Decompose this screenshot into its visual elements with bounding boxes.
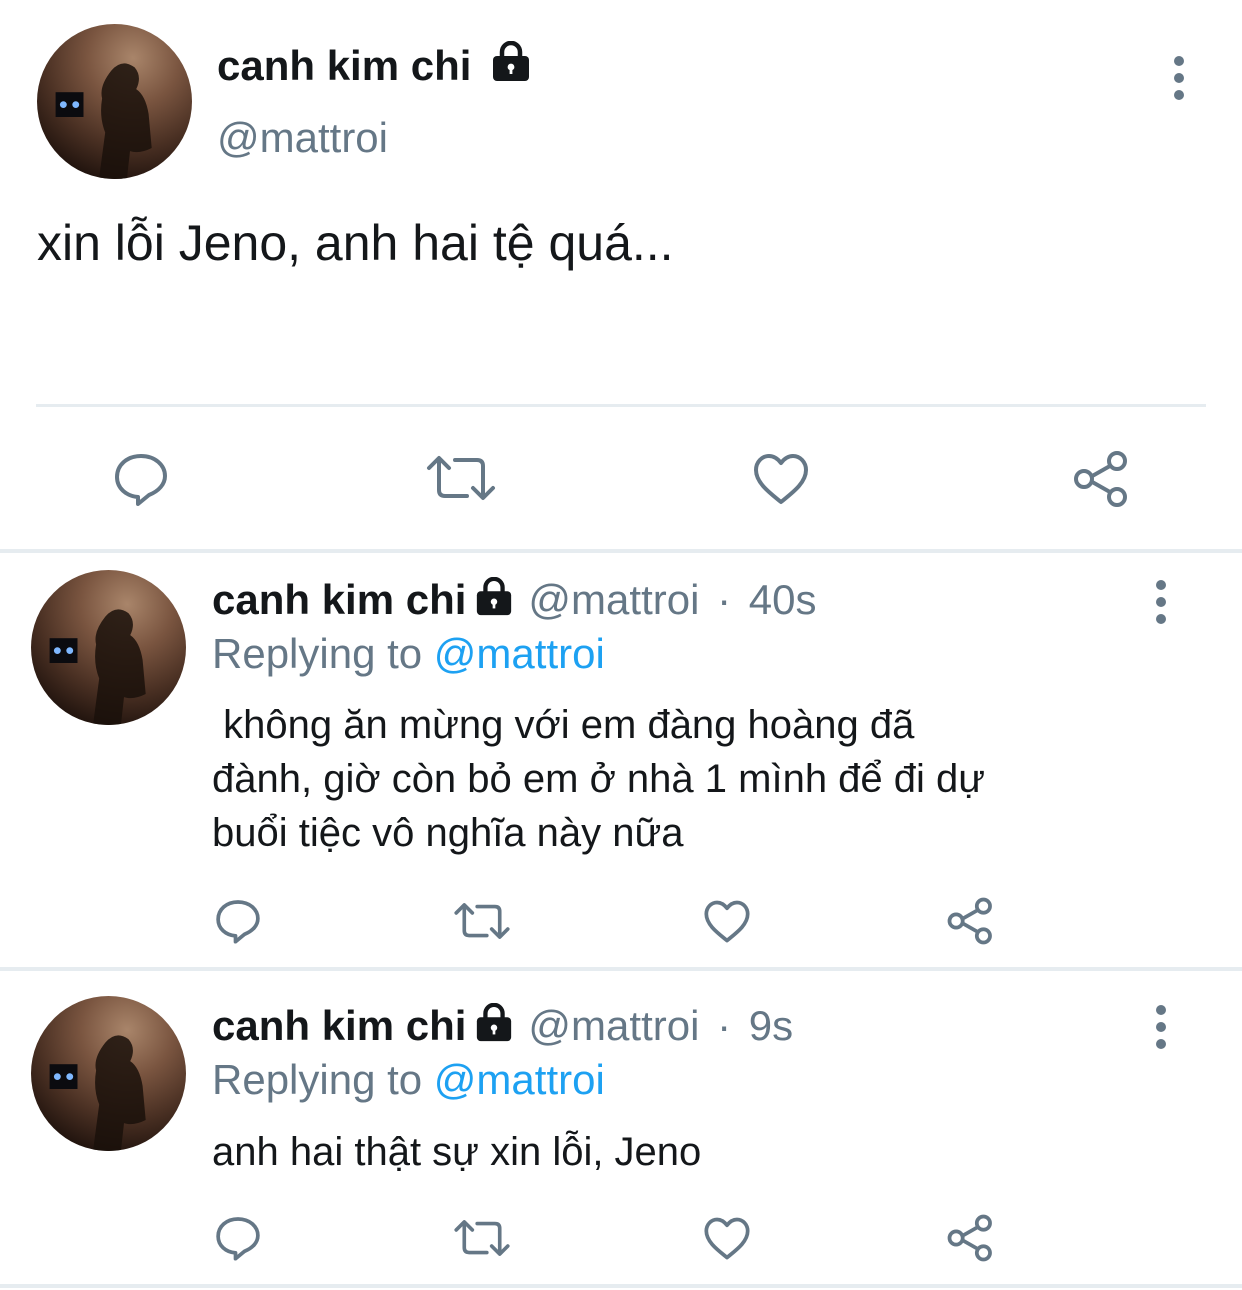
share-icon[interactable]: [947, 897, 995, 945]
avatar[interactable]: [37, 24, 192, 179]
tweet-text: xin lỗi Jeno, anh hai tệ quá...: [37, 215, 674, 271]
avatar[interactable]: [31, 570, 186, 725]
display-name[interactable]: canh kim chi: [212, 576, 466, 623]
share-icon[interactable]: [1073, 450, 1131, 508]
replying-to: Replying to @mattroi: [212, 630, 605, 677]
display-name[interactable]: canh kim chi: [212, 1002, 466, 1049]
replying-to: Replying to @mattroi: [212, 1056, 605, 1103]
more-options-icon[interactable]: [1169, 56, 1189, 107]
avatar-image: [55, 63, 152, 179]
avatar-image: [49, 1035, 146, 1151]
reply-icon[interactable]: [112, 450, 170, 508]
retweet-icon[interactable]: [425, 452, 497, 504]
like-icon[interactable]: [703, 899, 751, 944]
reply-text: anh hai thật sự xin lỗi, Jeno: [212, 1130, 702, 1174]
avatar[interactable]: [31, 996, 186, 1151]
retweet-icon[interactable]: [453, 899, 511, 943]
section-divider: [0, 549, 1242, 553]
reply-text: không ăn mừng với em đàng hoàng đã đành,…: [212, 703, 986, 855]
more-options-icon[interactable]: [1151, 580, 1171, 631]
like-icon[interactable]: [703, 1216, 751, 1261]
display-name[interactable]: canh kim chi: [217, 38, 531, 97]
mention-link[interactable]: @mattroi: [434, 630, 605, 677]
separator: ·: [717, 576, 732, 623]
divider: [36, 404, 1206, 407]
lock-icon: [474, 1002, 514, 1055]
reply-icon[interactable]: [214, 1214, 262, 1262]
separator: ·: [717, 1002, 732, 1049]
like-icon[interactable]: [752, 452, 810, 506]
section-divider: [0, 1284, 1242, 1288]
timestamp[interactable]: 40s: [749, 576, 817, 623]
handle[interactable]: @mattroi: [217, 112, 388, 164]
lock-icon: [474, 576, 514, 629]
retweet-icon[interactable]: [453, 1216, 511, 1260]
reply-icon[interactable]: [214, 897, 262, 945]
reply-header: canh kim chi @mattroi · 40s: [212, 574, 816, 629]
handle[interactable]: @mattroi: [528, 1002, 699, 1049]
share-icon[interactable]: [947, 1214, 995, 1262]
avatar-image: [49, 609, 146, 725]
section-divider: [0, 967, 1242, 971]
handle[interactable]: @mattroi: [528, 576, 699, 623]
reply-header: canh kim chi @mattroi · 9s: [212, 1000, 793, 1055]
mention-link[interactable]: @mattroi: [434, 1056, 605, 1103]
timestamp[interactable]: 9s: [749, 1002, 793, 1049]
more-options-icon[interactable]: [1151, 1005, 1171, 1056]
lock-icon: [491, 40, 531, 97]
